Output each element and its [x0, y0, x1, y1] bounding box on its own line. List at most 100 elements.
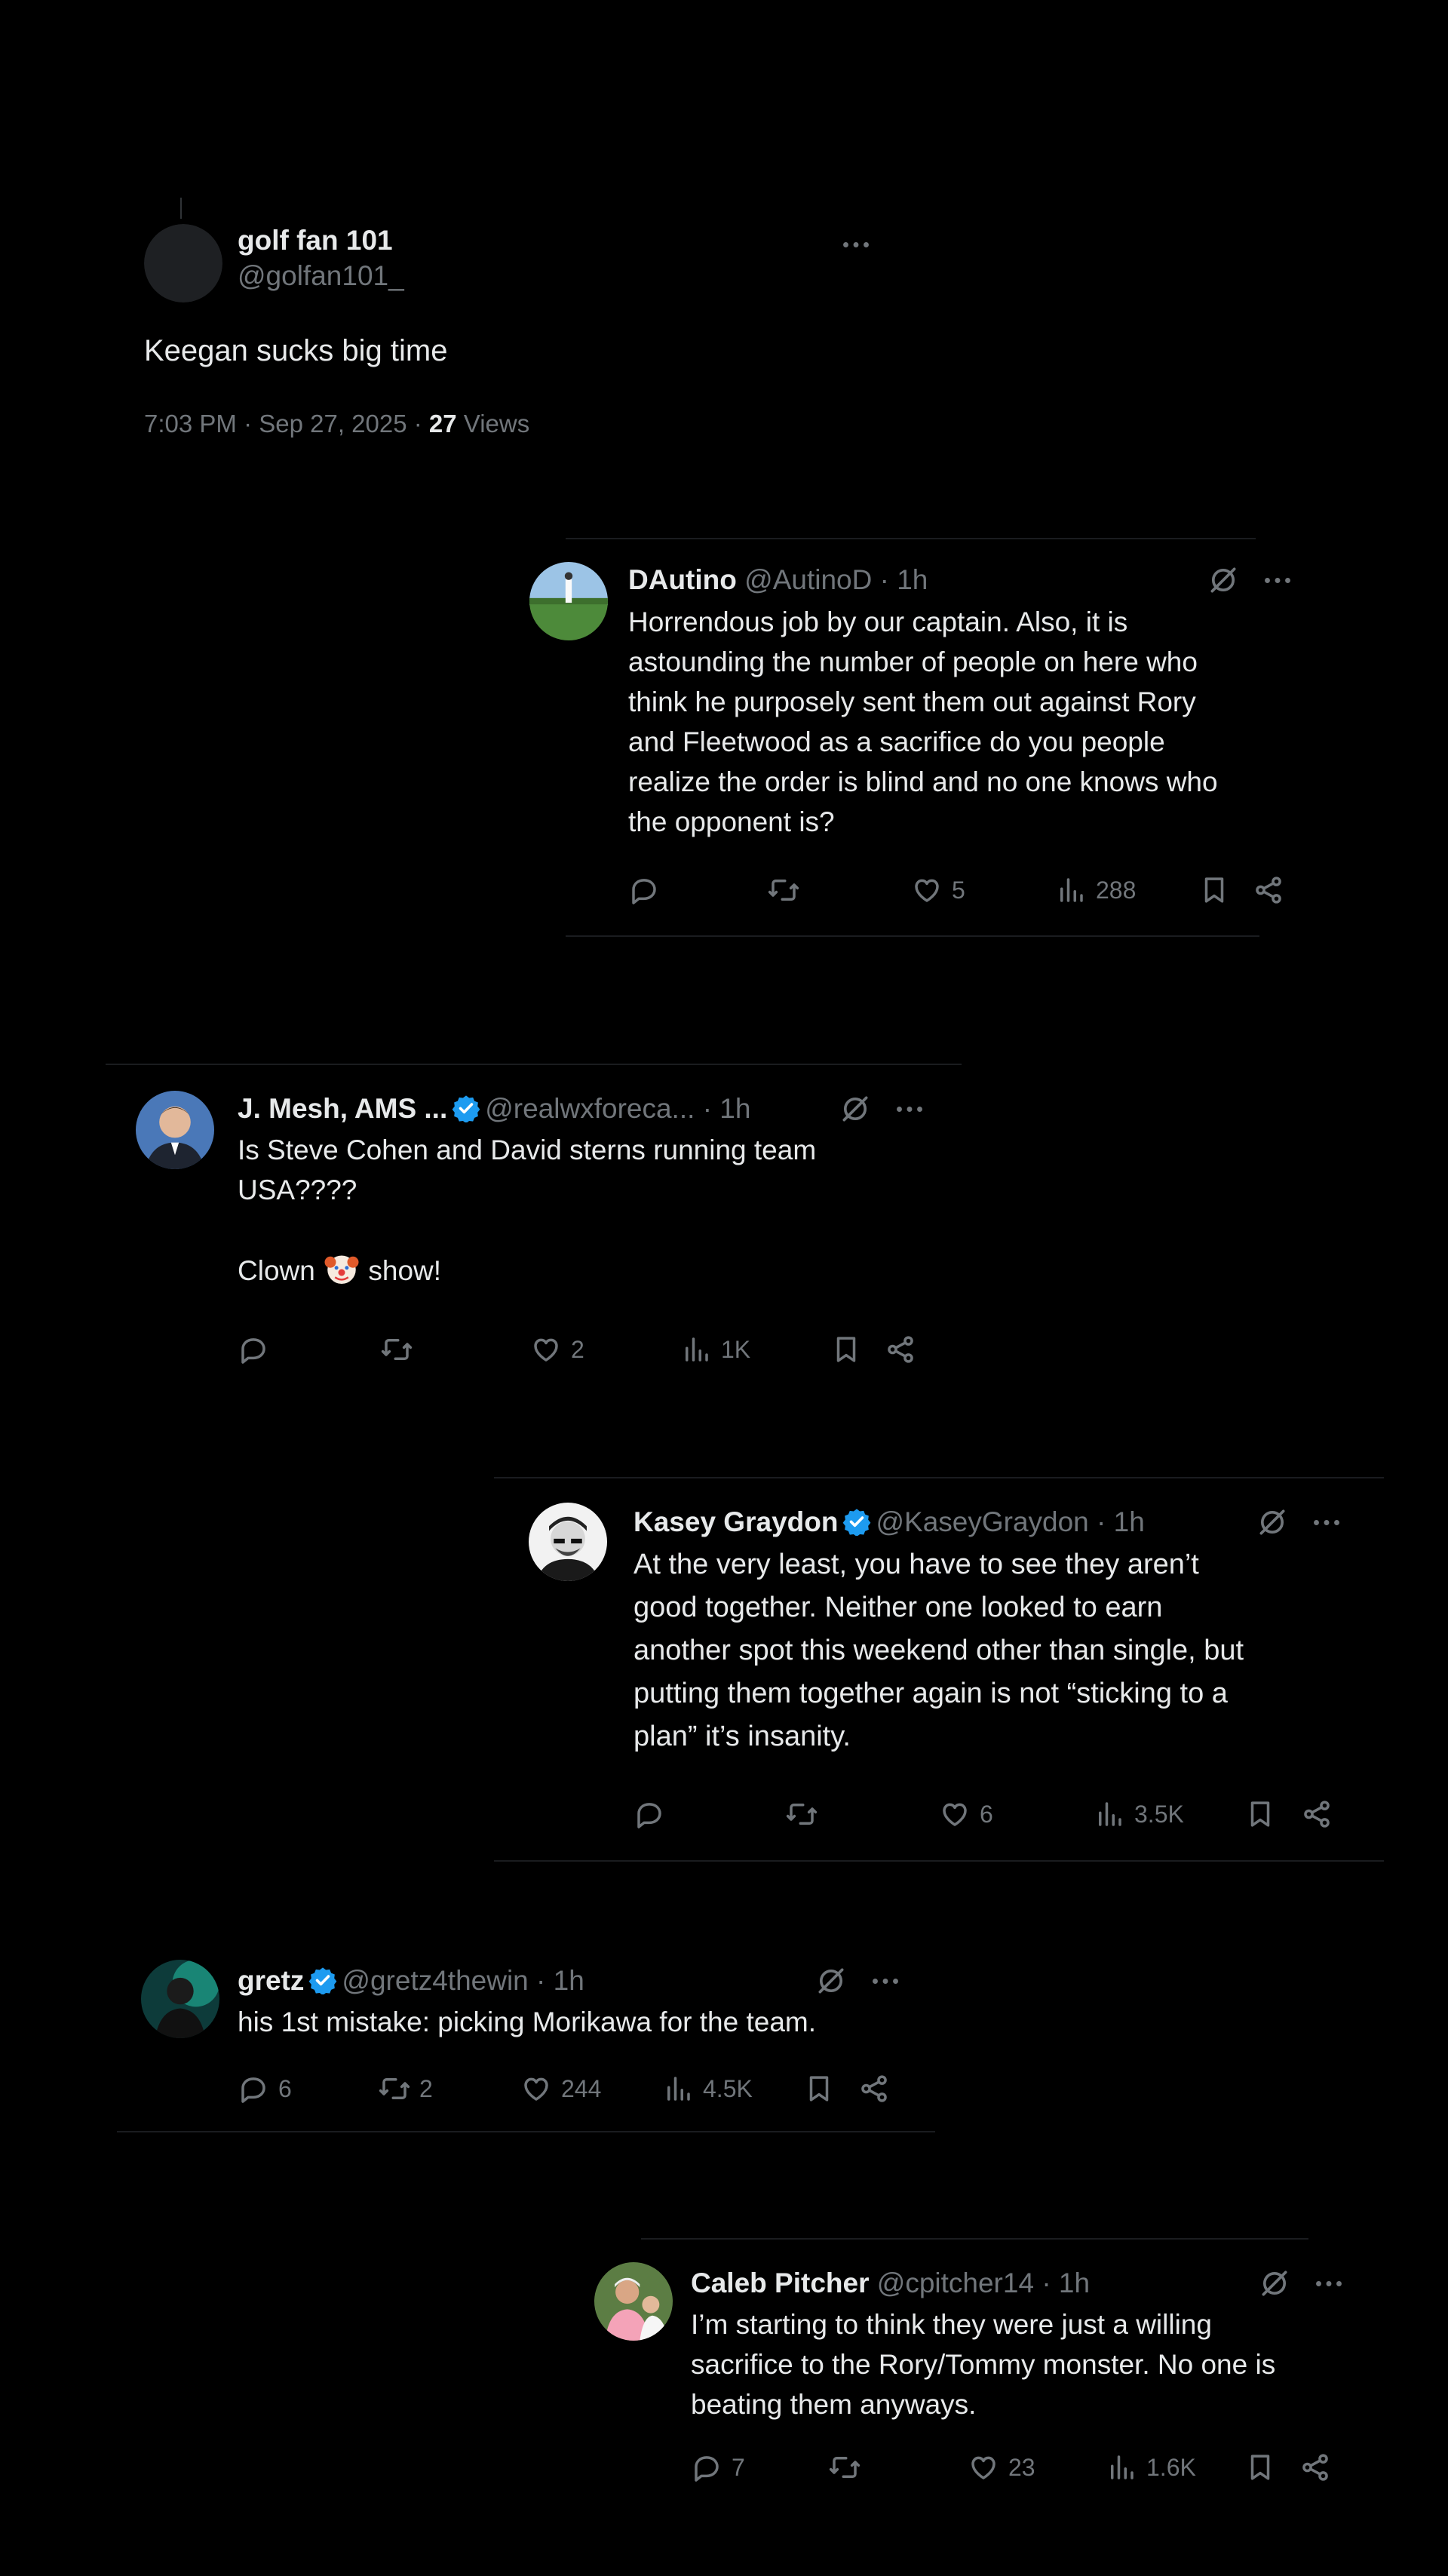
share-button[interactable]: [1253, 874, 1284, 906]
verified-badge-icon: [842, 1507, 871, 1536]
like-button[interactable]: 23: [968, 2452, 1035, 2483]
bookmark-button[interactable]: [1198, 874, 1230, 906]
share-button[interactable]: [1299, 2452, 1331, 2483]
author-name[interactable]: Caleb Pitcher: [691, 2267, 869, 2298]
like-button[interactable]: 5: [911, 874, 965, 906]
views-icon: [680, 1334, 712, 1365]
bookmark-icon: [1244, 1798, 1276, 1830]
bookmark-icon: [803, 2073, 835, 2105]
divider: [566, 935, 1259, 937]
reply-icon: [634, 1798, 665, 1830]
action-bar: 7 23 1.6K: [691, 2450, 1370, 2485]
reply-text: I’m starting to think they were just a w…: [691, 2309, 1276, 2420]
reply-text: his 1st mistake: picking Morikawa for th…: [238, 2006, 817, 2037]
author-name[interactable]: gretz: [238, 1965, 304, 1996]
views-count: 4.5K: [703, 2074, 753, 2102]
reply-icon: [238, 1334, 269, 1365]
author-name[interactable]: golf fan 101: [238, 225, 393, 256]
reply-count: 6: [278, 2074, 292, 2102]
reply-button[interactable]: [628, 874, 669, 906]
views-button[interactable]: 288: [1055, 874, 1136, 906]
avatar[interactable]: [141, 1960, 219, 2038]
views-icon: [662, 2073, 694, 2105]
post-timestamp: 7:03 PM · Sep 27, 2025 · 27 Views: [144, 410, 530, 438]
bookmark-icon: [830, 1334, 862, 1365]
post-time[interactable]: · 1h: [703, 1093, 751, 1124]
share-icon: [885, 1334, 916, 1365]
reply-icon: [238, 2073, 269, 2105]
reply-button[interactable]: [238, 1334, 278, 1365]
reply-card: DAutino @AutinoD · 1h Horrendous job by …: [529, 539, 1342, 935]
views-button[interactable]: 1K: [680, 1334, 750, 1365]
views-button[interactable]: 1.6K: [1106, 2452, 1196, 2483]
post-time[interactable]: · 1h: [536, 1965, 584, 1996]
reply-card: Caleb Pitcher @cpitcher14 · 1h I’m start…: [594, 2240, 1384, 2511]
author-name[interactable]: DAutino: [628, 564, 737, 595]
avatar[interactable]: [529, 1503, 607, 1581]
reply-button[interactable]: 7: [691, 2452, 745, 2483]
post-time[interactable]: · 1h: [1097, 1506, 1145, 1537]
more-icon[interactable]: [1313, 1519, 1340, 1526]
repost-button[interactable]: [768, 874, 808, 906]
avatar[interactable]: [529, 562, 608, 640]
action-bar: 6 2 244 4.5K: [238, 2071, 916, 2106]
reply-button[interactable]: 6: [238, 2073, 292, 2105]
avatar[interactable]: [144, 224, 222, 302]
more-icon[interactable]: [1315, 2280, 1342, 2287]
more-icon[interactable]: [872, 1978, 899, 1985]
like-button[interactable]: 6: [939, 1798, 993, 1830]
post-time[interactable]: · 1h: [880, 564, 928, 595]
more-icon[interactable]: [1264, 577, 1291, 584]
bookmark-button[interactable]: [803, 2073, 835, 2105]
grok-icon[interactable]: [1258, 2267, 1291, 2300]
main-post: golf fan 101 @golfan101_ Keegan sucks bi…: [124, 198, 886, 469]
more-icon[interactable]: [896, 1106, 923, 1113]
bookmark-button[interactable]: [830, 1334, 862, 1365]
author-handle[interactable]: @KaseyGraydon: [876, 1506, 1088, 1537]
like-icon: [968, 2452, 999, 2483]
bookmark-button[interactable]: [1244, 1798, 1276, 1830]
more-icon[interactable]: [842, 241, 870, 248]
clown-face-icon: [323, 1250, 360, 1288]
author-name[interactable]: J. Mesh, AMS ...: [238, 1093, 447, 1124]
author-handle[interactable]: @golfan101_: [238, 260, 404, 291]
share-button[interactable]: [1301, 1798, 1333, 1830]
post-text: Keegan sucks big time: [144, 334, 448, 367]
bookmark-icon: [1198, 874, 1230, 906]
grok-icon[interactable]: [814, 1964, 848, 1997]
repost-button[interactable]: [829, 2452, 870, 2483]
author-handle[interactable]: @AutinoD: [744, 564, 872, 595]
share-icon: [1253, 874, 1284, 906]
repost-icon: [786, 1798, 818, 1830]
reply-button[interactable]: [634, 1798, 674, 1830]
post-time[interactable]: · 1h: [1042, 2267, 1090, 2298]
divider: [117, 2131, 935, 2132]
grok-icon[interactable]: [1256, 1506, 1289, 1539]
avatar[interactable]: [136, 1091, 214, 1169]
like-count: 2: [571, 1335, 584, 1363]
like-icon: [530, 1334, 562, 1365]
grok-icon[interactable]: [839, 1092, 872, 1125]
views-icon: [1055, 874, 1087, 906]
like-count: 5: [952, 876, 965, 904]
repost-button[interactable]: 2: [379, 2073, 433, 2105]
author-handle[interactable]: @gretz4thewin: [342, 1965, 528, 1996]
avatar[interactable]: [594, 2262, 673, 2341]
reply-card: J. Mesh, AMS ... @realwxforeca... · 1h Is…: [106, 1065, 962, 1393]
views-button[interactable]: 4.5K: [662, 2073, 753, 2105]
repost-button[interactable]: [381, 1334, 422, 1365]
share-button[interactable]: [858, 2073, 890, 2105]
author-name[interactable]: Kasey Graydon: [634, 1506, 838, 1537]
like-button[interactable]: 244: [520, 2073, 601, 2105]
reply-text: Horrendous job by our captain. Also, it …: [628, 606, 1218, 837]
repost-button[interactable]: [786, 1798, 827, 1830]
share-button[interactable]: [885, 1334, 916, 1365]
author-handle[interactable]: @cpitcher14: [877, 2267, 1034, 2298]
like-button[interactable]: 2: [530, 1334, 584, 1365]
views-icon: [1106, 2452, 1137, 2483]
author-handle[interactable]: @realwxforeca...: [485, 1093, 695, 1124]
divider: [494, 1860, 1384, 1862]
grok-icon[interactable]: [1207, 563, 1240, 597]
views-button[interactable]: 3.5K: [1094, 1798, 1184, 1830]
bookmark-button[interactable]: [1244, 2452, 1276, 2483]
